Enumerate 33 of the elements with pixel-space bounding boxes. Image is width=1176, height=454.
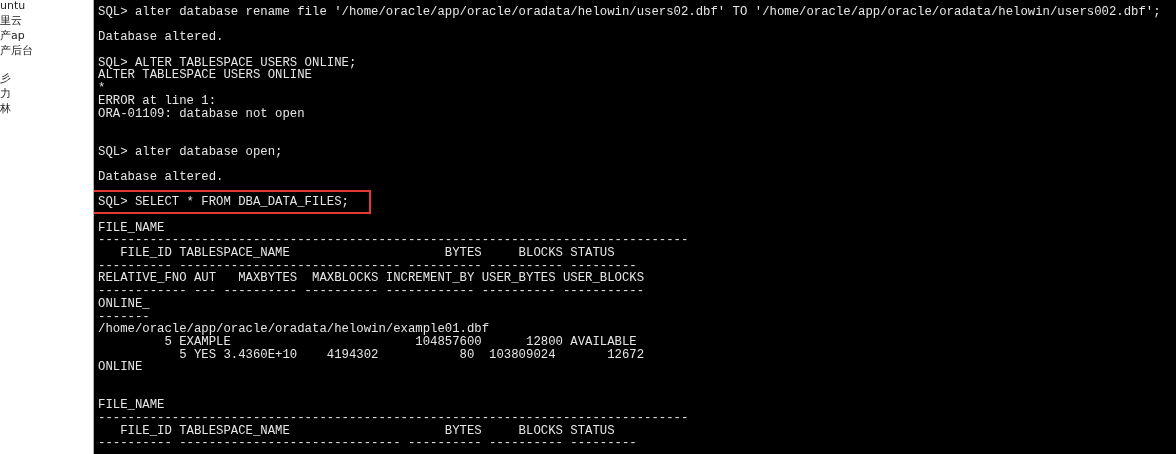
terminal-line: FILE_ID TABLESPACE_NAME BYTES BLOCKS STATUS bbox=[119, 423, 615, 438]
sidebar-item[interactable]: 力 bbox=[0, 86, 11, 101]
terminal-line: ORA-01109: database not open bbox=[98, 106, 305, 121]
terminal-line: /home/oracle/app/oracle/oradata/helowin/example01.dbf bbox=[98, 322, 490, 337]
terminal-line: ALTER TABLESPACE USERS ONLINE bbox=[98, 68, 312, 83]
sidebar-item[interactable]: 产ap bbox=[0, 28, 25, 43]
sidebar-item[interactable]: 彡 bbox=[0, 71, 11, 86]
terminal-line: ONLINE_ bbox=[98, 296, 150, 311]
terminal-line: Database altered. bbox=[98, 30, 224, 45]
terminal-line: FILE_NAME bbox=[98, 220, 165, 235]
sidebar-item[interactable]: 产后台 bbox=[0, 43, 33, 58]
highlighted-command: SQL> SELECT * FROM DBA_DATA_FILES; bbox=[94, 190, 371, 215]
terminal-line: ONLINE bbox=[98, 360, 143, 375]
terminal-line: FILE_ID TABLESPACE_NAME BYTES BLOCKS STATUS bbox=[119, 246, 615, 261]
terminal-line: * bbox=[98, 81, 106, 96]
sidebar-item[interactable]: 林 bbox=[0, 101, 11, 116]
terminal-line: ---------- ------------------------------ ---------- ---------- --------- bbox=[98, 258, 637, 273]
terminal-line: SQL> ALTER TABLESPACE USERS ONLINE; bbox=[98, 55, 357, 70]
terminal-line: SQL> alter database rename file '/home/oracle/app/oracle/oradata/helowin/users02.dbf' TO '/home/oracle/app/oracle/oradata/helowin/users002.dbf'; bbox=[98, 5, 1161, 19]
sidebar-item[interactable]: untu bbox=[0, 0, 26, 13]
terminal-line: 5 EXAMPLE 104857600 12800 AVAILABLE bbox=[164, 334, 637, 349]
terminal-line: ERROR at line 1: bbox=[98, 93, 217, 108]
terminal-line: SQL> alter database open; bbox=[98, 144, 283, 159]
terminal-line: -------------------------------------------------------------------------------- bbox=[98, 411, 689, 425]
terminal-line: ---------- ------------------------------ ---------- ---------- --------- bbox=[98, 436, 637, 451]
terminal-line: RELATIVE_FNO AUT MAXBYTES MAXBLOCKS INCREMENT_BY USER_BYTES USER_BLOCKS bbox=[98, 271, 645, 286]
sidebar-item[interactable]: 里云 bbox=[0, 13, 22, 28]
terminal-line: 5 YES 3.4360E+10 4194302 80 103809024 12672 bbox=[178, 347, 645, 362]
terminal-line: FILE_NAME bbox=[98, 398, 165, 413]
terminal-line: ------------ --- ---------- ---------- ------------ ---------- ----------- bbox=[98, 284, 645, 299]
terminal-line: ------- bbox=[98, 309, 150, 324]
terminal-line: Database altered. bbox=[98, 169, 224, 184]
terminal-line: -------------------------------------------------------------------------------- bbox=[98, 233, 689, 248]
